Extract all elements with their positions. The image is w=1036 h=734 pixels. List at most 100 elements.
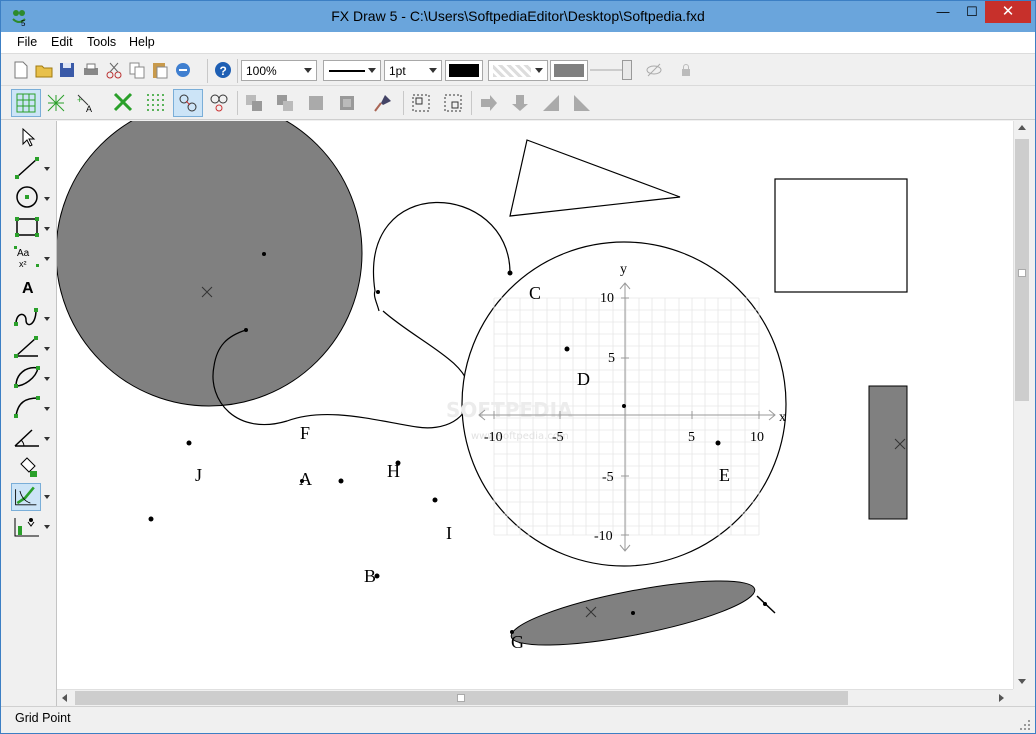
horizontal-scrollbar[interactable] [57, 689, 1013, 706]
menu-edit[interactable]: Edit [51, 35, 73, 49]
open-folder-icon[interactable] [34, 60, 54, 80]
text-tool-icon[interactable]: A [12, 274, 42, 300]
label-b[interactable]: B [364, 566, 376, 586]
ungroup-icon[interactable] [443, 93, 463, 113]
help-icon[interactable]: ? [213, 60, 233, 80]
line-tool-icon[interactable] [12, 155, 42, 181]
label-d[interactable]: D [577, 369, 590, 389]
minimize-button[interactable]: — [927, 1, 959, 23]
curve-tool-dropdown[interactable] [44, 317, 50, 321]
save-icon[interactable] [57, 60, 77, 80]
dot-grid-icon[interactable] [145, 92, 165, 112]
filled-circle-shape[interactable] [57, 121, 363, 407]
point-i[interactable] [432, 497, 438, 503]
opacity-slider-track[interactable] [590, 69, 624, 71]
arc-tool-dropdown[interactable] [44, 377, 50, 381]
bring-to-front-icon[interactable] [244, 93, 264, 113]
stats-tool-icon[interactable] [12, 514, 42, 540]
label-c[interactable]: C [529, 283, 541, 303]
point-j[interactable] [186, 440, 192, 446]
curve-tool-icon[interactable] [12, 304, 42, 330]
snap-intersection-icon[interactable] [209, 93, 229, 113]
filled-rectangle-shape[interactable] [868, 385, 908, 520]
add-label-icon[interactable]: A+ [76, 93, 96, 113]
point[interactable] [631, 611, 635, 615]
opacity-slider-thumb[interactable] [622, 60, 632, 80]
circle-tool-dropdown[interactable] [44, 197, 50, 201]
title-bar[interactable]: 5 FX Draw 5 - C:\Users\SoftpediaEditor\D… [1, 1, 1035, 32]
send-to-back-icon[interactable] [337, 93, 357, 113]
angle-tool-dropdown[interactable] [44, 347, 50, 351]
square-shape[interactable] [774, 178, 908, 293]
label-j[interactable]: J [195, 465, 202, 485]
move-down-icon[interactable] [510, 93, 530, 113]
circle-tool-icon[interactable] [12, 184, 42, 210]
lock-icon[interactable] [676, 60, 696, 80]
zoom-combo[interactable]: 100% [241, 60, 317, 81]
scroll-up-arrow-icon[interactable] [1018, 125, 1026, 130]
label-a[interactable]: A [299, 469, 312, 489]
format-painter-icon[interactable] [373, 93, 393, 113]
web-link-icon[interactable] [173, 60, 193, 80]
polyline-tool-dropdown[interactable] [44, 407, 50, 411]
axes-toggle-icon[interactable] [113, 92, 133, 112]
hide-icon[interactable] [644, 60, 664, 80]
equation-tool-dropdown[interactable] [44, 257, 50, 261]
label-e[interactable]: E [719, 465, 730, 485]
equation-tool-icon[interactable]: Aax² [12, 244, 42, 270]
polyline-tool-icon[interactable] [12, 394, 42, 420]
point-e[interactable] [715, 440, 721, 446]
vertical-scrollbar[interactable] [1013, 121, 1030, 689]
point[interactable] [148, 516, 154, 522]
triangle-shape[interactable] [509, 139, 681, 217]
fill-pattern-combo[interactable] [488, 60, 548, 81]
snap-to-point-button[interactable] [173, 89, 203, 117]
graph-tool-dropdown[interactable] [44, 495, 50, 499]
send-backward-icon[interactable] [306, 93, 326, 113]
label-f[interactable]: F [300, 423, 310, 443]
point[interactable] [622, 404, 626, 408]
line-color-swatch[interactable] [445, 60, 483, 81]
line-style-combo[interactable] [323, 60, 381, 81]
flip-horizontal-icon[interactable] [541, 93, 561, 113]
cut-icon[interactable] [104, 60, 124, 80]
select-arrow-icon[interactable] [12, 125, 42, 151]
iso-grid-icon[interactable] [46, 93, 66, 113]
point-d[interactable] [564, 346, 570, 352]
scroll-right-arrow-icon[interactable] [999, 694, 1004, 702]
fill-color-swatch[interactable] [550, 60, 588, 81]
print-icon[interactable] [81, 60, 101, 80]
graph-tool-button[interactable] [11, 483, 41, 511]
label-i[interactable]: I [446, 523, 452, 543]
angle-mark-tool-icon[interactable] [12, 424, 42, 450]
group-icon[interactable] [411, 93, 431, 113]
move-right-icon[interactable] [479, 93, 499, 113]
menu-help[interactable]: Help [129, 35, 155, 49]
line-tool-dropdown[interactable] [44, 167, 50, 171]
scroll-left-arrow-icon[interactable] [62, 694, 67, 702]
rectangle-tool-icon[interactable] [12, 214, 42, 240]
angle-tool-icon[interactable] [12, 334, 42, 360]
bring-forward-icon[interactable] [275, 93, 295, 113]
grid-toggle-button[interactable] [11, 89, 41, 117]
stats-tool-dropdown[interactable] [44, 525, 50, 529]
paste-icon[interactable] [150, 60, 170, 80]
drawing-canvas[interactable]: SOFTPEDIA www.softpedia.com x y -10 -5 5… [57, 121, 1013, 689]
copy-icon[interactable] [127, 60, 147, 80]
arc-tool-icon[interactable] [12, 364, 42, 390]
point[interactable] [376, 290, 380, 294]
new-file-icon[interactable] [11, 60, 31, 80]
point[interactable] [338, 478, 344, 484]
maximize-button[interactable]: ☐ [959, 1, 985, 23]
scroll-down-arrow-icon[interactable] [1018, 679, 1026, 684]
label-g[interactable]: G [511, 632, 524, 652]
menu-file[interactable]: File [17, 35, 37, 49]
line-width-combo[interactable]: 1pt [384, 60, 442, 81]
menu-tools[interactable]: Tools [87, 35, 116, 49]
angle-mark-tool-dropdown[interactable] [44, 437, 50, 441]
fill-bucket-icon[interactable] [12, 454, 42, 480]
point[interactable] [507, 270, 513, 276]
rectangle-tool-dropdown[interactable] [44, 227, 50, 231]
point[interactable] [262, 252, 266, 256]
point[interactable] [763, 602, 767, 606]
